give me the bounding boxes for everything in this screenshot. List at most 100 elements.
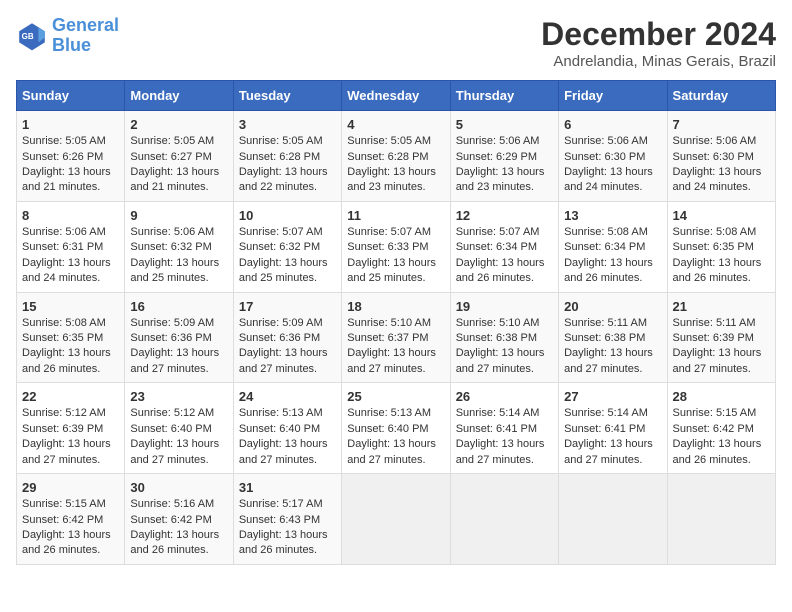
- day-number: 14: [673, 207, 770, 225]
- day-number: 6: [564, 116, 661, 134]
- calendar-table: Sunday Monday Tuesday Wednesday Thursday…: [16, 80, 776, 565]
- calendar-cell: 14Sunrise: 5:08 AMSunset: 6:35 PMDayligh…: [667, 201, 775, 292]
- cell-info-line: Daylight: 13 hours: [347, 165, 444, 180]
- cell-info-line: Sunset: 6:35 PM: [22, 331, 119, 346]
- cell-info-line: Sunset: 6:42 PM: [22, 513, 119, 528]
- cell-info-line: and 27 minutes.: [239, 362, 336, 377]
- calendar-cell: 1Sunrise: 5:05 AMSunset: 6:26 PMDaylight…: [17, 111, 125, 202]
- cell-info-line: Daylight: 13 hours: [239, 165, 336, 180]
- calendar-cell: 13Sunrise: 5:08 AMSunset: 6:34 PMDayligh…: [559, 201, 667, 292]
- cell-info-line: Sunset: 6:32 PM: [239, 240, 336, 255]
- calendar-week-row: 22Sunrise: 5:12 AMSunset: 6:39 PMDayligh…: [17, 383, 776, 474]
- cell-info-line: Sunset: 6:39 PM: [673, 331, 770, 346]
- cell-info-line: Sunrise: 5:11 AM: [564, 316, 661, 331]
- day-number: 27: [564, 388, 661, 406]
- cell-info-line: Sunrise: 5:08 AM: [22, 316, 119, 331]
- calendar-cell: 23Sunrise: 5:12 AMSunset: 6:40 PMDayligh…: [125, 383, 233, 474]
- cell-info-line: Daylight: 13 hours: [130, 346, 227, 361]
- header-sunday: Sunday: [17, 81, 125, 111]
- cell-info-line: Sunrise: 5:14 AM: [564, 406, 661, 421]
- calendar-subtitle: Andrelandia, Minas Gerais, Brazil: [541, 53, 776, 70]
- calendar-cell: 16Sunrise: 5:09 AMSunset: 6:36 PMDayligh…: [125, 292, 233, 383]
- cell-info-line: Sunset: 6:27 PM: [130, 150, 227, 165]
- cell-info-line: Sunrise: 5:07 AM: [456, 225, 553, 240]
- cell-info-line: Sunrise: 5:10 AM: [456, 316, 553, 331]
- logo-line2: Blue: [52, 35, 91, 55]
- calendar-cell: 24Sunrise: 5:13 AMSunset: 6:40 PMDayligh…: [233, 383, 341, 474]
- cell-info-line: and 25 minutes.: [130, 271, 227, 286]
- day-number: 30: [130, 479, 227, 497]
- cell-info-line: Daylight: 13 hours: [564, 165, 661, 180]
- cell-info-line: Daylight: 13 hours: [564, 437, 661, 452]
- cell-info-line: Sunset: 6:42 PM: [673, 422, 770, 437]
- calendar-cell: 3Sunrise: 5:05 AMSunset: 6:28 PMDaylight…: [233, 111, 341, 202]
- cell-info-line: Sunrise: 5:06 AM: [673, 134, 770, 149]
- cell-info-line: Daylight: 13 hours: [347, 256, 444, 271]
- cell-info-line: and 27 minutes.: [22, 453, 119, 468]
- cell-info-line: Daylight: 13 hours: [239, 346, 336, 361]
- calendar-cell: [559, 474, 667, 565]
- header-monday: Monday: [125, 81, 233, 111]
- cell-info-line: and 27 minutes.: [347, 453, 444, 468]
- header-tuesday: Tuesday: [233, 81, 341, 111]
- day-number: 10: [239, 207, 336, 225]
- calendar-cell: 11Sunrise: 5:07 AMSunset: 6:33 PMDayligh…: [342, 201, 450, 292]
- cell-info-line: Sunset: 6:42 PM: [130, 513, 227, 528]
- cell-info-line: Daylight: 13 hours: [456, 256, 553, 271]
- day-number: 28: [673, 388, 770, 406]
- calendar-cell: 6Sunrise: 5:06 AMSunset: 6:30 PMDaylight…: [559, 111, 667, 202]
- calendar-week-row: 1Sunrise: 5:05 AMSunset: 6:26 PMDaylight…: [17, 111, 776, 202]
- cell-info-line: Sunrise: 5:05 AM: [347, 134, 444, 149]
- cell-info-line: and 27 minutes.: [456, 453, 553, 468]
- cell-info-line: Daylight: 13 hours: [673, 437, 770, 452]
- cell-info-line: Sunrise: 5:05 AM: [22, 134, 119, 149]
- cell-info-line: Sunset: 6:40 PM: [130, 422, 227, 437]
- calendar-cell: 19Sunrise: 5:10 AMSunset: 6:38 PMDayligh…: [450, 292, 558, 383]
- cell-info-line: Sunset: 6:29 PM: [456, 150, 553, 165]
- day-number: 2: [130, 116, 227, 134]
- cell-info-line: Sunrise: 5:15 AM: [22, 497, 119, 512]
- cell-info-line: Sunset: 6:36 PM: [239, 331, 336, 346]
- cell-info-line: and 26 minutes.: [239, 543, 336, 558]
- cell-info-line: Daylight: 13 hours: [564, 256, 661, 271]
- cell-info-line: Daylight: 13 hours: [456, 165, 553, 180]
- cell-info-line: Sunrise: 5:07 AM: [347, 225, 444, 240]
- header-saturday: Saturday: [667, 81, 775, 111]
- cell-info-line: and 26 minutes.: [456, 271, 553, 286]
- cell-info-line: and 24 minutes.: [564, 180, 661, 195]
- cell-info-line: Daylight: 13 hours: [673, 346, 770, 361]
- cell-info-line: Sunrise: 5:06 AM: [22, 225, 119, 240]
- title-block: December 2024 Andrelandia, Minas Gerais,…: [541, 16, 776, 70]
- cell-info-line: Sunset: 6:35 PM: [673, 240, 770, 255]
- calendar-cell: 8Sunrise: 5:06 AMSunset: 6:31 PMDaylight…: [17, 201, 125, 292]
- calendar-cell: 12Sunrise: 5:07 AMSunset: 6:34 PMDayligh…: [450, 201, 558, 292]
- cell-info-line: Sunrise: 5:07 AM: [239, 225, 336, 240]
- day-number: 1: [22, 116, 119, 134]
- day-number: 17: [239, 298, 336, 316]
- calendar-cell: [667, 474, 775, 565]
- cell-info-line: Sunset: 6:30 PM: [564, 150, 661, 165]
- calendar-cell: 26Sunrise: 5:14 AMSunset: 6:41 PMDayligh…: [450, 383, 558, 474]
- cell-info-line: Sunrise: 5:17 AM: [239, 497, 336, 512]
- day-number: 31: [239, 479, 336, 497]
- calendar-cell: 2Sunrise: 5:05 AMSunset: 6:27 PMDaylight…: [125, 111, 233, 202]
- cell-info-line: Daylight: 13 hours: [673, 256, 770, 271]
- cell-info-line: Sunset: 6:33 PM: [347, 240, 444, 255]
- header-wednesday: Wednesday: [342, 81, 450, 111]
- cell-info-line: and 26 minutes.: [673, 271, 770, 286]
- cell-info-line: Sunset: 6:31 PM: [22, 240, 119, 255]
- cell-info-line: Daylight: 13 hours: [22, 165, 119, 180]
- day-number: 18: [347, 298, 444, 316]
- day-number: 21: [673, 298, 770, 316]
- cell-info-line: Sunset: 6:30 PM: [673, 150, 770, 165]
- cell-info-line: Sunrise: 5:14 AM: [456, 406, 553, 421]
- cell-info-line: Daylight: 13 hours: [22, 528, 119, 543]
- day-number: 15: [22, 298, 119, 316]
- page-header: GB General Blue December 2024 Andrelandi…: [16, 16, 776, 70]
- cell-info-line: and 26 minutes.: [564, 271, 661, 286]
- cell-info-line: Sunrise: 5:13 AM: [239, 406, 336, 421]
- cell-info-line: Sunset: 6:34 PM: [564, 240, 661, 255]
- cell-info-line: Sunrise: 5:11 AM: [673, 316, 770, 331]
- day-number: 13: [564, 207, 661, 225]
- day-number: 8: [22, 207, 119, 225]
